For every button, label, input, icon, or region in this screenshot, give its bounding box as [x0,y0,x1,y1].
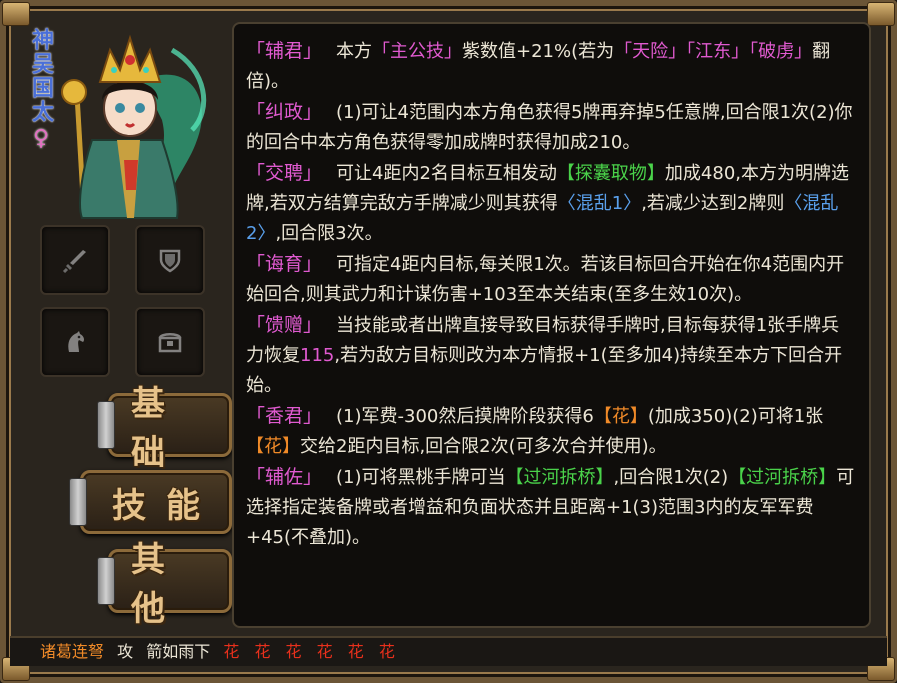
skill-entry: 「诲育」 可指定4距内目标,每关限1次。若该目标回合开始在你4范围内开始回合,则其… [246,249,857,310]
skill-entry: 「馈赠」 当技能或者出牌直接导致目标获得手牌时,目标每获得1张手牌兵力恢复115,… [246,310,857,401]
skill-keyword: 【花】 [246,436,300,457]
status-item: 箭如雨下 [146,642,211,661]
skill-keyword: 115 [300,345,335,366]
equipment-slot-armor[interactable] [135,225,205,295]
tab-other[interactable]: 其他 [97,540,232,629]
character-name: 神吴国太 [28,28,53,124]
skill-keyword: 「江东」 [686,41,750,62]
equipment-slot-horse[interactable] [40,307,110,377]
skill-text: ,若为敌方目标则改为本方情报+1(至多加4)持续至本方下回合开始。 [246,345,843,396]
horse-icon [68,331,84,352]
skill-text: ,回合限1次(2) [613,467,729,488]
skill-description-panel[interactable]: 「辅君」 本方「主公技」紫数值+21%(若为「天险」「江东」「破虏」翻倍)。 「纠政… [232,22,871,628]
flower-token: 花 [285,642,302,661]
flower-token: 花 [223,642,240,661]
tab-bolt [69,478,87,526]
flower-token: 花 [254,642,271,661]
skill-keyword: 【探囊取物】 [556,163,665,184]
skill-name[interactable]: 「诲育」 [246,253,322,275]
skill-name[interactable]: 「纠政」 [246,101,322,123]
equipment-slot-weapon[interactable] [40,225,110,295]
skill-text: 交给2距内目标,回合限2次(可多次合并使用)。 [300,436,667,457]
tab-other-label: 其他 [131,540,185,629]
skill-entry: 「交聘」 可让4距内2名目标互相发动【探囊取物】加成480,本方为明牌选牌,若双方… [246,158,857,249]
equipment-slot-treasure[interactable] [135,307,205,377]
bottom-status-bar: 诸葛连弩 攻 箭如雨下 花 花 花 花 花 花 [10,636,887,666]
status-item: 攻 [117,642,134,661]
female-gender-icon: ♀ [32,126,50,151]
skill-keyword: 【过河拆桥】 [728,467,837,488]
tab-basic[interactable]: 基础 [97,384,232,473]
skill-text: 可让4距内2名目标互相发动 [336,163,557,184]
skill-name[interactable]: 「馈赠」 [246,314,322,336]
flower-token: 花 [347,642,364,661]
tab-skills-label: 技能 [112,485,220,526]
skill-entry: 「辅佐」 (1)可将黑桃手牌可当【过河拆桥】,回合限1次(2)【过河拆桥】可选择指… [246,462,857,553]
tab-bolt [97,557,115,605]
flower-token: 花 [378,642,395,661]
skill-keyword: 【花】 [593,406,648,427]
skill-text: ,若减少达到2牌则 [641,193,785,214]
sword-icon [62,250,86,274]
skill-text: 本方 [336,41,373,62]
skill-text: ,回合限3次。 [275,223,383,244]
skill-keyword: 「天险」 [614,41,687,62]
shield-icon [159,249,181,273]
skill-keyword: 〈混乱1〉 [557,193,642,214]
tab-bolt [97,401,115,449]
skill-text: (1)可将黑桃手牌可当 [336,467,506,488]
skill-name[interactable]: 「交聘」 [246,162,322,184]
skill-text: (1)可让4范围内本方角色获得5牌再弃掉5任意牌,回合限1次(2)你的回合中本方… [246,102,853,153]
skill-text: 可指定4距内目标,每关限1次。若该目标回合开始在你4范围内开始回合,则其武力和计… [246,254,845,305]
treasure-chest-icon [158,333,182,353]
skill-keyword: 【过河拆桥】 [505,467,614,488]
skill-entry: 「纠政」 (1)可让4范围内本方角色获得5牌再弃掉5任意牌,回合限1次(2)你的回… [246,97,857,158]
skill-keyword: 「主公技」 [372,41,463,62]
skill-text: 紫数值+21%(若为 [462,41,615,62]
skill-entry: 「香君」 (1)军费-300然后摸牌阶段获得6【花】(加成350)(2)可将1张【… [246,401,857,462]
skill-name[interactable]: 「辅君」 [246,40,322,62]
skill-text: (加成350)(2)可将1张 [647,406,824,427]
skill-text: (1)军费-300然后摸牌阶段获得6 [336,406,594,427]
tab-basic-label: 基础 [131,384,185,473]
weapon-name: 诸葛连弩 [40,642,105,661]
skill-name[interactable]: 「香君」 [246,405,322,427]
flower-token: 花 [316,642,333,661]
skill-entry: 「辅君」 本方「主公技」紫数值+21%(若为「天险」「江东」「破虏」翻倍)。 [246,36,857,97]
tab-skills[interactable]: 技能 [69,470,232,534]
frame-corner [867,2,895,26]
skill-name[interactable]: 「辅佐」 [246,466,322,488]
character-name-plate: 神吴国太 ♀ [24,28,58,178]
skill-keyword: 「破虏」 [749,41,813,62]
